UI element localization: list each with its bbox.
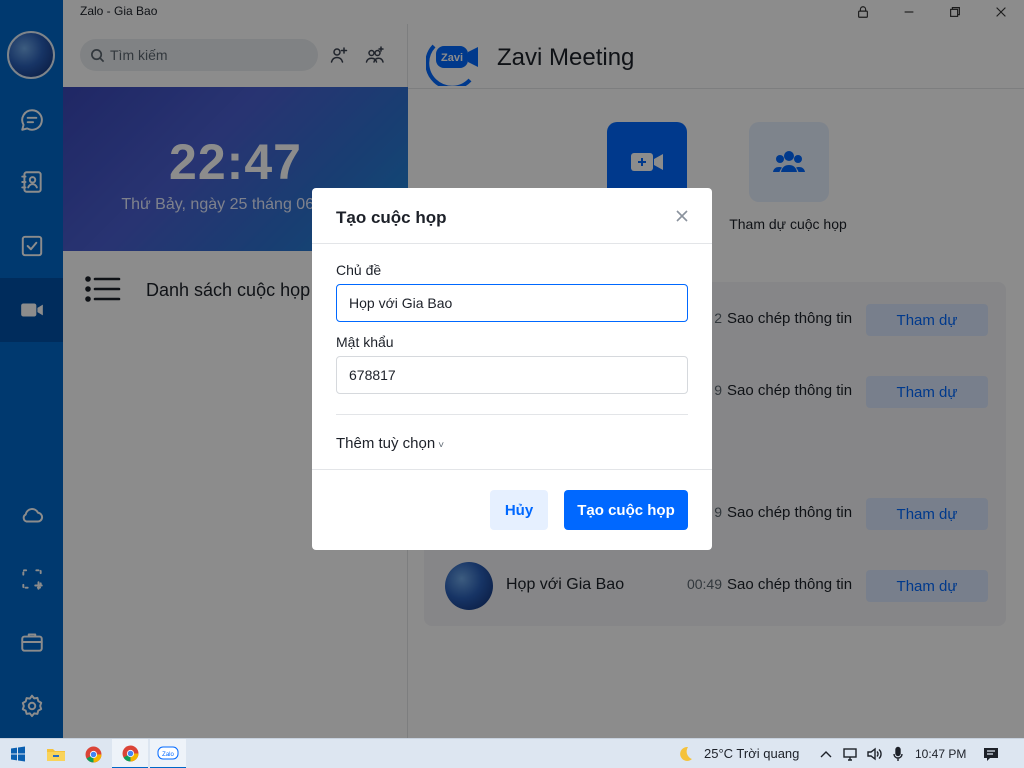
- topic-label: Chủ đề: [336, 262, 382, 278]
- network-icon[interactable]: [841, 745, 859, 763]
- microphone-icon[interactable]: [889, 745, 907, 763]
- more-options-toggle[interactable]: Thêm tuỳ chọn ˅: [336, 435, 444, 452]
- windows-start-icon[interactable]: [0, 739, 36, 768]
- options-divider: [336, 414, 688, 415]
- dialog-footer-divider: [312, 469, 712, 470]
- chevron-down-icon: ˅: [438, 440, 445, 451]
- close-icon[interactable]: [672, 206, 692, 226]
- dialog-title: Tạo cuộc họp: [336, 208, 447, 227]
- chevron-up-icon[interactable]: [817, 745, 835, 763]
- chrome-icon[interactable]: [75, 739, 111, 768]
- cancel-button[interactable]: Hủy: [490, 490, 548, 530]
- topic-input[interactable]: [336, 284, 688, 322]
- weather-text[interactable]: 25°C Trời quang: [704, 746, 799, 761]
- notification-icon[interactable]: [982, 745, 1000, 763]
- taskbar: Zalo 25°C Trời quang 10:47 PM: [0, 738, 1024, 768]
- zalo-taskbar-label: Zalo: [162, 752, 174, 758]
- create-meeting-submit-button[interactable]: Tạo cuộc họp: [564, 490, 688, 530]
- password-input[interactable]: [336, 356, 688, 394]
- zalo-taskbar-icon[interactable]: Zalo: [150, 739, 186, 768]
- dialog-header-divider: [312, 243, 712, 244]
- volume-icon[interactable]: [865, 745, 883, 763]
- chrome-profile-icon[interactable]: [112, 739, 148, 768]
- taskbar-clock[interactable]: 10:47 PM: [915, 747, 966, 761]
- file-explorer-icon[interactable]: [38, 739, 74, 768]
- password-label: Mật khẩu: [336, 334, 394, 350]
- create-meeting-dialog: Tạo cuộc họp Chủ đề Mật khẩu Thêm tuỳ ch…: [312, 188, 712, 550]
- weather-moon-icon[interactable]: [676, 745, 694, 763]
- more-options-label: Thêm tuỳ chọn: [336, 435, 436, 452]
